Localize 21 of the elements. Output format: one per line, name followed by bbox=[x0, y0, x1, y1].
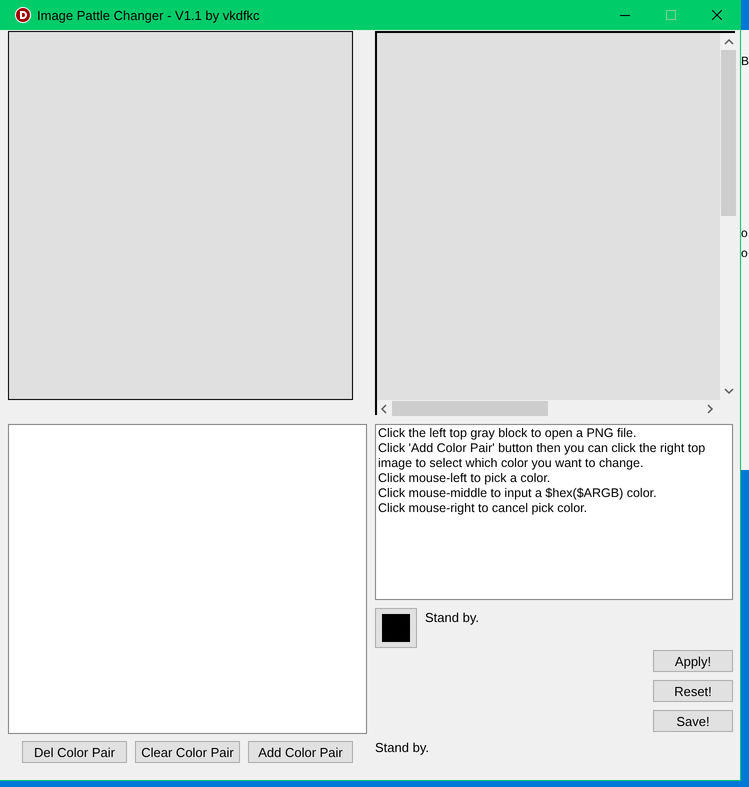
scroll-left-icon[interactable] bbox=[379, 404, 389, 414]
background-text: o bbox=[741, 246, 748, 260]
window-title: Image Pattle Changer - V1.1 by vkdfkc bbox=[37, 8, 261, 22]
background-text: o bbox=[741, 226, 748, 240]
scroll-up-icon[interactable] bbox=[724, 37, 734, 47]
scroll-down-icon[interactable] bbox=[724, 386, 734, 396]
background-text: B bbox=[741, 54, 749, 68]
color-pair-list[interactable] bbox=[8, 424, 367, 734]
color-picker-button[interactable] bbox=[375, 608, 417, 648]
scroll-right-icon[interactable] bbox=[705, 404, 715, 414]
action-button[interactable]: Apply! bbox=[653, 650, 733, 672]
pick-status-text: Stand by. bbox=[425, 610, 479, 625]
color-pair-button[interactable]: Clear Color Pair bbox=[135, 741, 240, 763]
color-pair-button[interactable]: Del Color Pair bbox=[22, 741, 127, 763]
close-icon[interactable] bbox=[712, 10, 722, 20]
color-pair-button[interactable]: Add Color Pair bbox=[248, 741, 353, 763]
app-logo-icon bbox=[15, 7, 31, 23]
action-button[interactable]: Reset! bbox=[653, 680, 733, 702]
action-button[interactable]: Save! bbox=[653, 710, 733, 732]
status-text: Stand by. bbox=[375, 740, 430, 755]
instructions-field[interactable]: Click the left top gray block to open a PNG file. Click 'Add Color Pair' button then you can click the right top image to select which color you want to change. Click mouse-left to pick a color. Click mouse-middle to input a $hex($ARGB) color. Click mouse-right to cancel pick color. bbox=[375, 424, 733, 600]
